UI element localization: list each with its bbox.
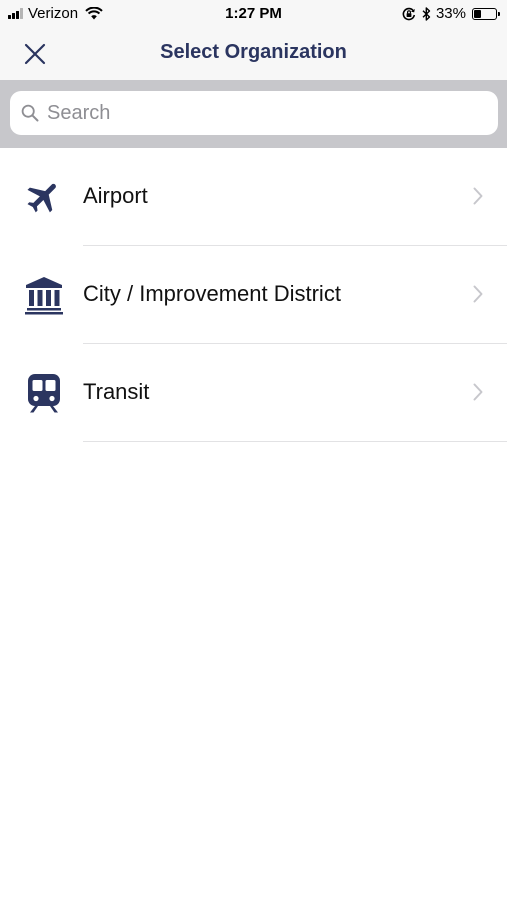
search-icon <box>21 104 39 122</box>
organization-list: Airport City / Improvement District Tran… <box>0 148 507 442</box>
list-item-transit[interactable]: Transit <box>0 344 507 442</box>
search-box[interactable] <box>10 91 498 135</box>
battery-icon <box>472 7 500 20</box>
battery-fill <box>474 9 481 18</box>
orientation-lock-icon <box>402 7 416 21</box>
search-input[interactable] <box>47 101 467 125</box>
list-item-city-improvement-district[interactable]: City / Improvement District <box>0 246 507 344</box>
government-building-icon <box>24 275 64 315</box>
airplane-icon <box>24 177 64 217</box>
status-bar: Verizon 1:27 PM 33% <box>0 0 507 28</box>
search-bar-container <box>0 80 507 148</box>
list-item-label: City / Improvement District <box>83 281 341 306</box>
list-item-label: Transit <box>83 379 150 404</box>
chevron-right-icon <box>473 285 483 308</box>
page-title: Select Organization <box>160 41 347 63</box>
select-organization-screen: Verizon 1:27 PM 33% Select Organization … <box>0 0 507 900</box>
chevron-right-icon <box>473 187 483 210</box>
bluetooth-icon <box>422 6 431 21</box>
battery-percent: 33% <box>435 5 466 22</box>
list-item-label: Airport <box>83 183 148 208</box>
divider <box>83 441 507 442</box>
list-item-airport[interactable]: Airport <box>0 148 507 246</box>
train-icon <box>24 373 64 413</box>
status-right: 33% <box>402 5 500 22</box>
nav-bar: Select Organization <box>0 28 507 80</box>
chevron-right-icon <box>473 383 483 406</box>
